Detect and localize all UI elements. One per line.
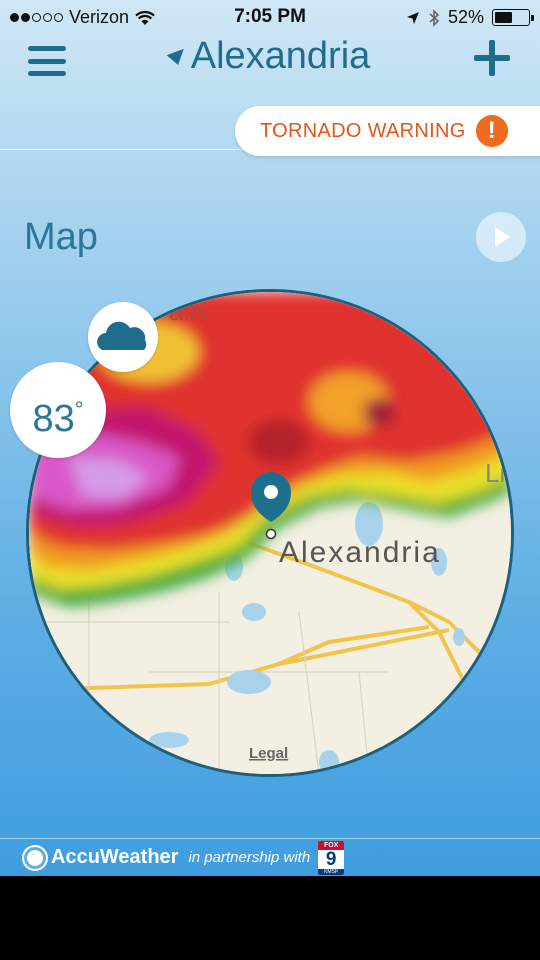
map-edge-label-north: alls (169, 296, 208, 326)
header-divider (0, 149, 250, 150)
location-name: Alexandria (190, 35, 371, 77)
alert-label: TORNADO WARNING (260, 119, 466, 142)
partner-text: in partnership with (188, 849, 311, 866)
add-location-button[interactable] (474, 40, 510, 76)
map-edge-label-east: Li (485, 458, 505, 488)
map-place-label: Alexandria (279, 536, 441, 569)
location-title[interactable]: Alexandria (0, 34, 540, 78)
bluetooth-icon (429, 8, 440, 27)
app-screen: Verizon 7:05 PM 52% Alexandria TORNADO W… (0, 0, 540, 876)
exclamation-icon: ! (475, 115, 508, 147)
legal-link[interactable]: Legal (249, 745, 288, 762)
battery-percent: 52% (447, 7, 484, 27)
battery-icon (492, 9, 534, 26)
tornado-warning-alert[interactable]: TORNADO WARNING ! (235, 106, 540, 156)
section-title-map: Map (24, 216, 98, 258)
fox-logo-bottom: KMSP (318, 868, 345, 875)
fox9-logo: FOX 9 KMSP (318, 840, 345, 875)
status-right: 52% (406, 7, 534, 28)
temperature-value: 83 (32, 398, 75, 440)
nav-bar: Alexandria (0, 34, 540, 90)
cloud-icon (97, 321, 147, 350)
brand-name: AccuWeather (51, 846, 179, 868)
sun-icon (24, 846, 46, 869)
temperature-bubble: 83° (10, 362, 106, 458)
degree-symbol: ° (74, 397, 84, 422)
fox-logo-number: 9 (325, 848, 337, 870)
condition-bubble (88, 302, 158, 372)
accuweather-logo: AccuWeather (24, 846, 178, 869)
play-radar-button[interactable] (476, 212, 526, 262)
footer-bar: AccuWeather in partnership with FOX 9 KM… (0, 838, 540, 876)
location-arrow-icon (166, 43, 189, 65)
location-arrow-icon (406, 11, 419, 24)
battery-level (495, 12, 512, 23)
status-bar: Verizon 7:05 PM 52% (0, 0, 540, 34)
